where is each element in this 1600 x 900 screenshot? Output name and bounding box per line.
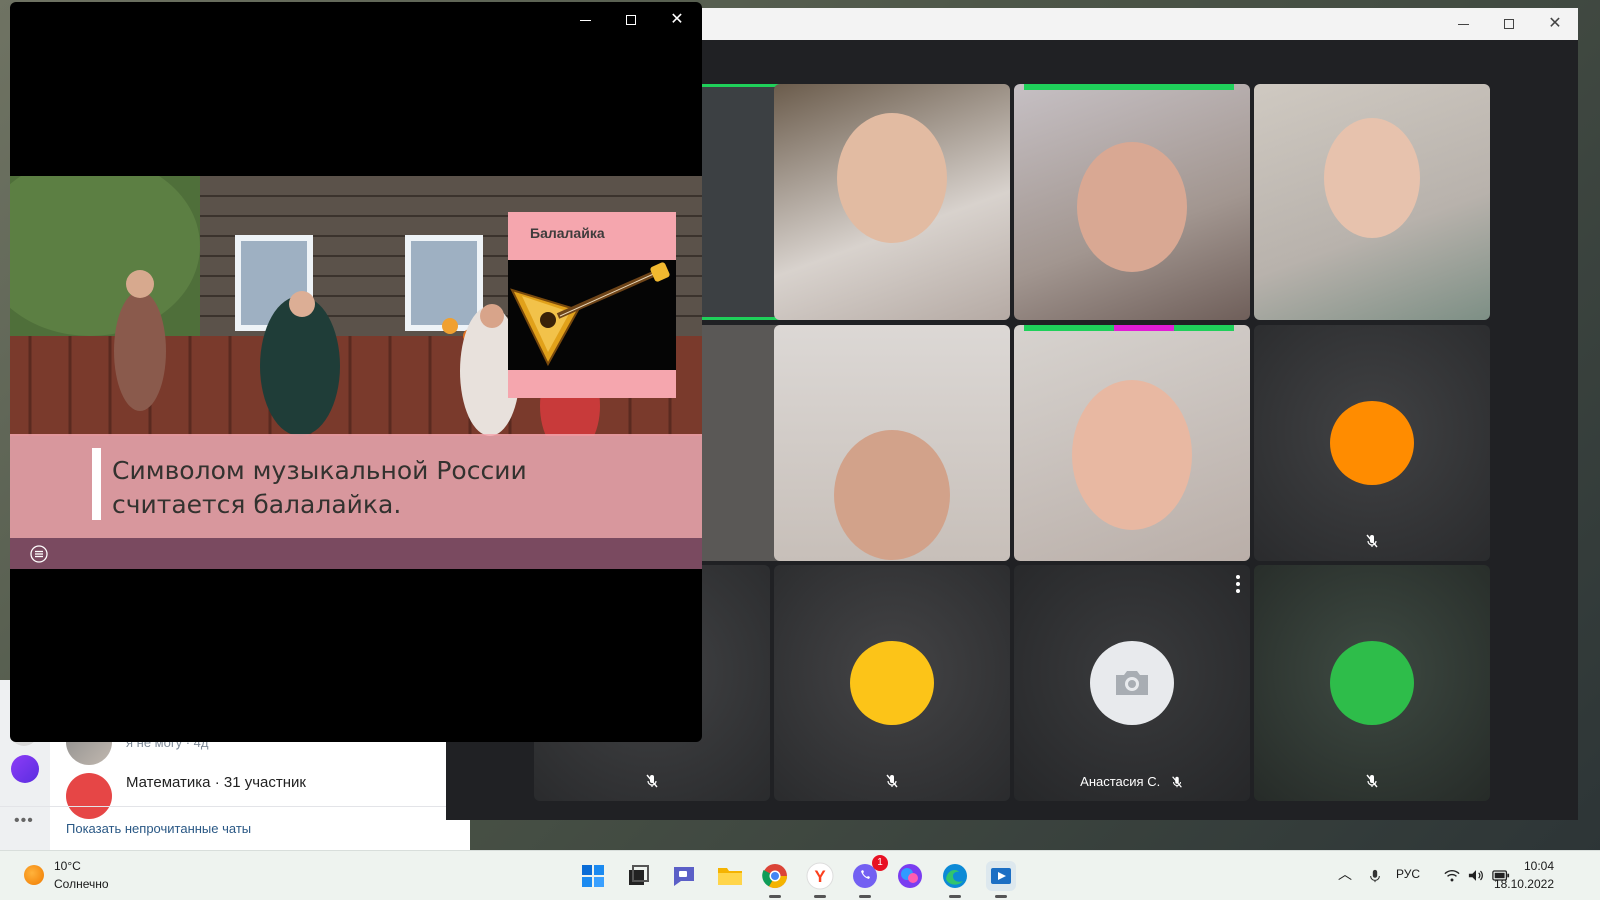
caption-text: Символом музыкальной России считается ба…: [112, 454, 672, 522]
viber-icon[interactable]: 1: [850, 855, 888, 898]
participant-avatar: [1330, 641, 1414, 725]
participant-video-tile[interactable]: [774, 325, 1010, 561]
card-image: [508, 260, 676, 370]
caption-line: считается балалайка.: [112, 490, 402, 519]
yandex-browser-icon[interactable]: Y: [805, 861, 835, 898]
edge-icon[interactable]: [940, 861, 970, 898]
participant-video-tile[interactable]: [1254, 84, 1490, 320]
slide-menu-icon[interactable]: [30, 545, 48, 563]
close-icon: ✕: [1548, 15, 1562, 32]
participant-face: [837, 113, 947, 244]
messenger-app-icon[interactable]: [895, 861, 925, 891]
tile-menu-icon[interactable]: [1236, 575, 1240, 593]
close-icon: ✕: [670, 11, 684, 28]
participant-name: Анастасия С.: [1080, 774, 1161, 789]
participant-tile[interactable]: Анастасия С.: [1014, 565, 1250, 801]
notification-badge: 1: [872, 855, 888, 871]
teams-chat-icon[interactable]: [669, 861, 699, 891]
card-title: Балалайка: [530, 225, 605, 241]
start-menu-icon[interactable]: [578, 861, 608, 891]
participant-face: [1072, 379, 1192, 530]
camera-icon: [1116, 671, 1148, 695]
participant-name-label: Анастасия С.: [1014, 774, 1250, 789]
participant-video-tile[interactable]: [1014, 84, 1250, 320]
speaking-indicator: [1024, 84, 1234, 90]
maximize-icon: [1504, 19, 1514, 29]
balalaika-icon: [510, 262, 670, 367]
participant-video-tile[interactable]: [774, 84, 1010, 320]
slide-caption: Символом музыкальной России считается ба…: [10, 434, 702, 538]
volume-icon[interactable]: [1468, 869, 1484, 882]
speaking-indicator: [1114, 325, 1174, 331]
minimize-icon: [1457, 23, 1469, 25]
task-view-icon[interactable]: [623, 861, 653, 891]
mic-off-icon: [1171, 776, 1182, 788]
caption-line: Символом музыкальной России: [112, 456, 527, 485]
participant-tile[interactable]: [1254, 565, 1490, 801]
participant-video-tile[interactable]: [1014, 325, 1250, 561]
participant-face: [834, 429, 950, 560]
clock-time[interactable]: 10:04: [1524, 859, 1554, 873]
participant-tile[interactable]: [1254, 325, 1490, 561]
chat-title: Математика · 31 участник: [126, 773, 306, 791]
minimize-button[interactable]: [1440, 8, 1486, 40]
minimize-button[interactable]: [562, 4, 608, 36]
taskbar: 10°C Солнечно Y 1 ︿ РУС 10:04 18.10.2022: [0, 850, 1600, 900]
close-button[interactable]: ✕: [1532, 8, 1578, 40]
participant-avatar: [850, 641, 934, 725]
show-unread-chats-link[interactable]: Показать непрочитанные чаты: [0, 806, 470, 850]
caption-accent-bar: [92, 448, 101, 520]
wifi-icon[interactable]: [1444, 869, 1460, 882]
mic-off-icon: [1366, 774, 1378, 788]
participant-face: [1324, 118, 1420, 239]
clock-date[interactable]: 18.10.2022: [1494, 877, 1554, 891]
video-viewer-window: ✕ Балалайка Символом музыкальной России …: [10, 2, 702, 742]
maximize-button[interactable]: [608, 4, 654, 36]
language-indicator[interactable]: РУС: [1396, 867, 1420, 881]
mic-off-icon: [1366, 534, 1378, 548]
weather-temperature[interactable]: 10°C: [54, 859, 81, 873]
slide-footer: [10, 538, 702, 569]
presentation-slide: Балалайка Символом музыкальной России сч…: [10, 176, 702, 569]
sun-icon[interactable]: [24, 865, 44, 885]
svg-text:Y: Y: [814, 867, 826, 886]
camera-off-avatar: [1090, 641, 1174, 725]
instrument-card: Балалайка: [508, 212, 676, 398]
mic-off-icon: [646, 774, 658, 788]
weather-condition[interactable]: Солнечно: [54, 877, 109, 891]
participant-avatar: [1330, 401, 1414, 485]
video-player-icon[interactable]: [986, 861, 1016, 898]
maximize-button[interactable]: [1486, 8, 1532, 40]
show-hidden-icons[interactable]: ︿: [1338, 864, 1352, 884]
participant-face: [1077, 141, 1187, 272]
mic-off-icon: [886, 774, 898, 788]
participant-tile[interactable]: [774, 565, 1010, 801]
alice-assistant-icon[interactable]: [11, 755, 39, 783]
chat-list-item[interactable]: Математика · 31 участник: [66, 762, 306, 819]
close-button[interactable]: ✕: [654, 4, 700, 36]
maximize-icon: [626, 15, 636, 25]
minimize-icon: [579, 19, 591, 21]
chrome-icon[interactable]: [760, 861, 790, 898]
microphone-icon[interactable]: [1368, 868, 1382, 884]
file-explorer-icon[interactable]: [715, 861, 745, 891]
